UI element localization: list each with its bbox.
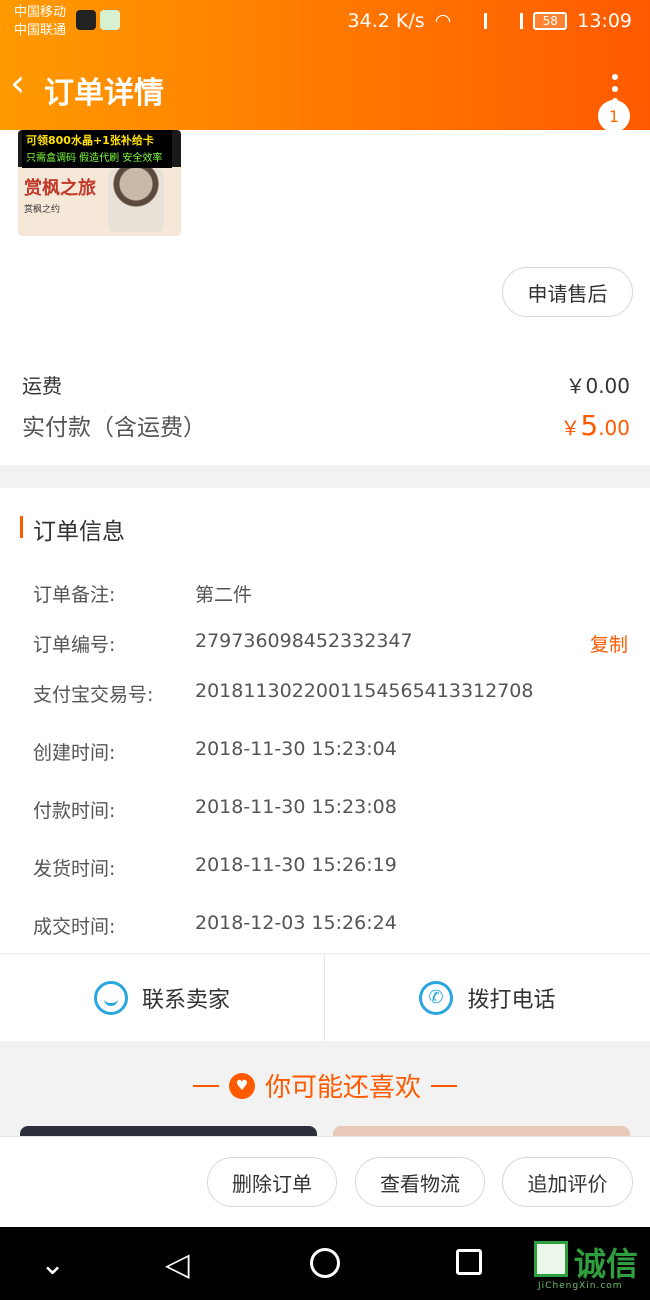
order-number-value: 279736098452332347 bbox=[195, 630, 413, 652]
add-review-button[interactable]: 追加评价 bbox=[502, 1157, 633, 1207]
page-title: 订单详情 bbox=[44, 76, 164, 111]
created-time-label: 创建时间: bbox=[33, 742, 116, 764]
thumbnail-banner-2: 只需盒调码 假造代刷 安全效率 bbox=[22, 150, 172, 168]
contact-seller-button[interactable]: 联系卖家 bbox=[0, 955, 325, 1041]
carrier-2: 中国联通 bbox=[14, 23, 67, 38]
shipping-value: ￥0.00 bbox=[565, 374, 630, 398]
back-triangle-icon[interactable]: ◁ bbox=[165, 1245, 190, 1283]
shipping-label: 运费 bbox=[22, 374, 62, 398]
copy-order-number-button[interactable]: 复制 bbox=[590, 630, 628, 657]
contact-bar: 联系卖家 ✆ 拨打电话 bbox=[0, 955, 650, 1041]
closed-time-label: 成交时间: bbox=[33, 916, 116, 938]
thumbnail-character-image bbox=[108, 168, 164, 232]
alipay-trade-label: 支付宝交易号: bbox=[33, 684, 154, 706]
chevron-down-icon[interactable]: ⌄ bbox=[40, 1247, 65, 1282]
delete-order-button[interactable]: 删除订单 bbox=[207, 1157, 337, 1207]
clock: 13:09 bbox=[577, 10, 632, 32]
contact-seller-label: 联系卖家 bbox=[141, 988, 230, 1013]
shipped-time-value: 2018-11-30 15:26:19 bbox=[195, 854, 397, 876]
message-badge: 1 bbox=[598, 100, 630, 132]
battery-icon: 58 bbox=[533, 12, 568, 30]
watermark-logo-icon bbox=[534, 1241, 568, 1277]
created-time-value: 2018-11-30 15:23:04 bbox=[195, 738, 397, 760]
order-number-label: 订单编号: bbox=[33, 634, 116, 656]
thumbnail-game-title: 赏枫之旅 bbox=[24, 178, 96, 199]
paid-time-value: 2018-11-30 15:23:08 bbox=[195, 796, 397, 818]
signal-4g-icon bbox=[497, 13, 524, 29]
paid-amount: ￥5.00 bbox=[560, 409, 630, 442]
carrier-1: 中国移动 bbox=[14, 5, 67, 20]
watermark-text: 诚信 bbox=[574, 1245, 639, 1283]
home-circle-icon[interactable] bbox=[310, 1248, 340, 1278]
wifi-icon: ◠ bbox=[434, 10, 452, 32]
paid-time-label: 付款时间: bbox=[33, 800, 116, 822]
carrier-info: 中国移动 中国联通 bbox=[14, 4, 66, 40]
bottom-action-bar: 删除订单 查看物流 追加评价 bbox=[0, 1136, 650, 1227]
heart-icon: ♥ bbox=[228, 1072, 255, 1099]
tiktok-icon bbox=[76, 10, 96, 30]
thumbnail-banner-1: 可领800水晶+1张补给卡 bbox=[22, 130, 172, 152]
recommend-header: ♥ 你可能还喜欢 bbox=[0, 1067, 650, 1104]
watermark: 诚信 JiChengXin.com bbox=[532, 1237, 650, 1297]
product-thumbnail[interactable]: 可领800水晶+1张补给卡 只需盒调码 假造代刷 安全效率 赏枫之旅 赏枫之约 bbox=[18, 130, 181, 236]
phone-icon: ✆ bbox=[419, 981, 454, 1015]
header-bar: ‹ 订单详情 1 bbox=[0, 48, 650, 132]
divider-left bbox=[192, 1084, 219, 1087]
paid-label: 实付款（含运费） bbox=[22, 415, 206, 441]
paid-integer: 5 bbox=[580, 409, 599, 442]
product-card: 可领800水晶+1张补给卡 只需盒调码 假造代刷 安全效率 赏枫之旅 赏枫之约 … bbox=[0, 130, 650, 465]
signal-2g-icon bbox=[461, 13, 488, 29]
chat-smile-icon bbox=[93, 981, 128, 1015]
watermark-sub: JiChengXin.com bbox=[538, 1281, 623, 1291]
remark-value: 第二件 bbox=[195, 584, 253, 606]
status-right: 34.2 K/s ◠ 58 13:09 bbox=[348, 10, 632, 32]
call-phone-button[interactable]: ✆ 拨打电话 bbox=[325, 955, 650, 1041]
section-accent-bar bbox=[20, 516, 23, 538]
paid-decimal: .00 bbox=[598, 416, 630, 440]
status-bar: 中国移动 中国联通 34.2 K/s ◠ 58 13:09 bbox=[0, 0, 650, 48]
shipping-row: 运费 ￥0.00 bbox=[22, 370, 630, 399]
recommend-title: 你可能还喜欢 bbox=[264, 1073, 421, 1103]
back-arrow-icon[interactable]: ‹ bbox=[10, 64, 40, 104]
apply-after-sale-button[interactable]: 申请售后 bbox=[502, 267, 633, 317]
paid-row: 实付款（含运费） ￥5.00 bbox=[22, 408, 630, 442]
closed-time-value: 2018-12-03 15:26:24 bbox=[195, 912, 397, 934]
app-notification-icon bbox=[100, 10, 120, 30]
shipped-time-label: 发货时间: bbox=[33, 858, 116, 880]
paid-currency: ￥ bbox=[560, 416, 581, 440]
network-speed: 34.2 K/s bbox=[347, 10, 425, 32]
order-info-title: 订单信息 bbox=[33, 519, 125, 545]
notification-icons bbox=[76, 10, 120, 30]
call-phone-label: 拨打电话 bbox=[467, 988, 556, 1013]
recommend-section: ♥ 你可能还喜欢 bbox=[0, 1041, 650, 1136]
recent-apps-icon[interactable] bbox=[456, 1249, 482, 1275]
system-navigation-bar: ⌄ ◁ 诚信 JiChengXin.com bbox=[0, 1227, 650, 1300]
alipay-trade-value: 2018113022001154565413312708 bbox=[195, 680, 534, 702]
divider-right bbox=[431, 1084, 457, 1087]
thumbnail-caption: 赏枫之约 bbox=[24, 205, 61, 215]
order-info-card: 订单信息 订单备注: 第二件 订单编号: 279736098452332347 … bbox=[0, 488, 650, 953]
remark-label: 订单备注: bbox=[33, 584, 116, 606]
view-logistics-button[interactable]: 查看物流 bbox=[355, 1157, 485, 1207]
